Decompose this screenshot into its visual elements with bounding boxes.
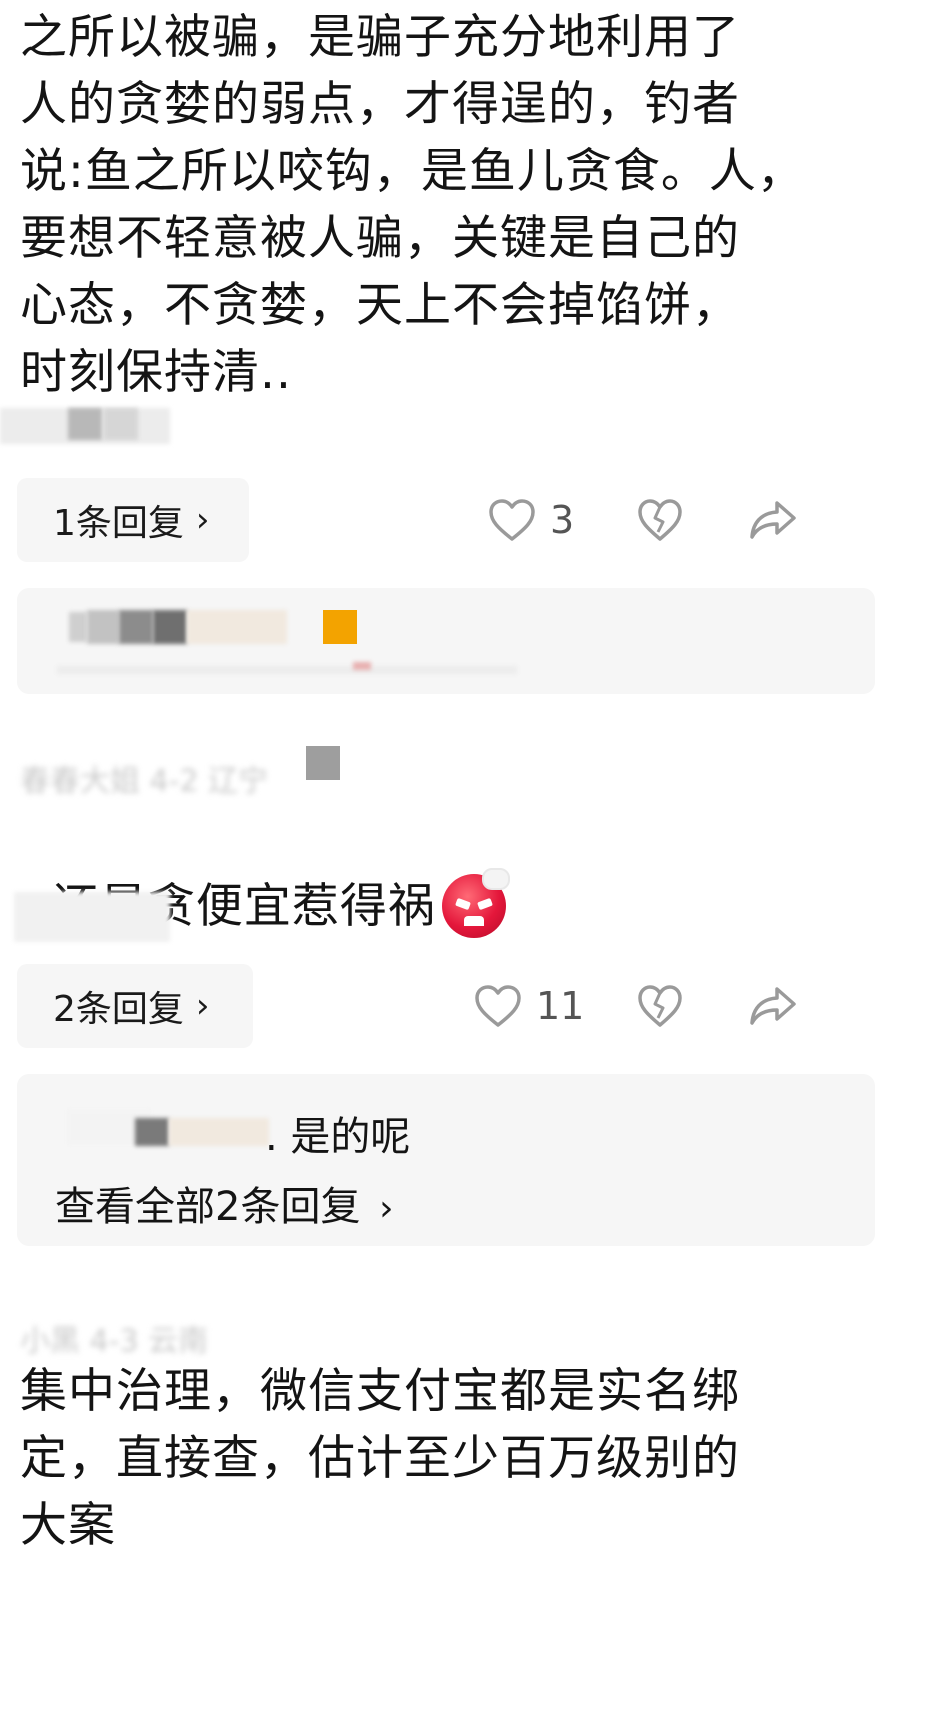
angry-face-emoji — [441, 867, 510, 938]
chevron-right-icon: › — [195, 500, 210, 540]
blurred-pixel — [169, 1118, 269, 1146]
view-all-label: 查看全部2条回复 — [55, 1184, 361, 1230]
reply-count-button-2[interactable]: 2条回复 › — [17, 964, 253, 1048]
chevron-right-icon: › — [379, 1188, 394, 1229]
comment-2-footer-blurred — [14, 892, 170, 942]
reply-preview-box-1[interactable] — [17, 588, 875, 694]
blurred-pixel — [69, 612, 87, 642]
blurred-pixel — [57, 666, 517, 674]
dislike-button-2[interactable] — [637, 964, 683, 1048]
reply-preview-box-2[interactable]: . 是的呢 查看全部2条回复 › — [17, 1074, 875, 1246]
comment-1-text: 之所以被骗，是骗子充分地利用了 人的贪婪的弱点，才得逞的，钓者 说:鱼之所以咬钩… — [20, 10, 805, 400]
heart-outline-icon — [475, 985, 521, 1027]
share-arrow-icon — [750, 501, 796, 539]
comment-2-meta: 春春大姐 4-2 辽宁 — [20, 764, 269, 799]
comment-3-text: 集中治理，微信支付宝都是实名绑 定，直接查，估计至少百万级别的 大案 — [20, 1364, 740, 1553]
reply-count-button-1[interactable]: 1条回复 › — [17, 478, 249, 562]
chevron-right-icon: › — [195, 986, 210, 1026]
blurred-pixel — [153, 610, 187, 644]
blurred-pixel — [306, 746, 340, 780]
reply-preview-text: . 是的呢 — [265, 1114, 411, 1160]
blurred-pixel — [68, 408, 102, 440]
dislike-button-1[interactable] — [637, 478, 683, 562]
heart-outline-icon — [489, 499, 535, 541]
comment-3-meta: 小黑 4-3 云南 — [20, 1324, 209, 1359]
blurred-pixel — [87, 610, 119, 644]
reply-count-label: 2条回复 — [53, 989, 184, 1030]
share-button-1[interactable] — [749, 478, 797, 562]
reply-count-label: 1条回复 — [53, 503, 184, 544]
share-arrow-icon — [750, 987, 796, 1025]
blurred-pixel — [187, 610, 287, 644]
like-count: 3 — [550, 498, 575, 542]
like-button-1[interactable]: 3 — [488, 478, 574, 562]
blurred-pixel — [104, 408, 138, 440]
blurred-pixel — [119, 610, 153, 644]
view-all-replies-link[interactable]: 查看全部2条回复 › — [55, 1174, 394, 1232]
broken-heart-icon — [638, 499, 682, 541]
share-button-2[interactable] — [749, 964, 797, 1048]
blurred-pixel — [353, 662, 371, 670]
like-count: 11 — [536, 984, 585, 1028]
blurred-pixel — [135, 1118, 169, 1146]
blurred-pixel — [323, 610, 357, 644]
broken-heart-icon — [638, 985, 682, 1027]
like-button-2[interactable]: 11 — [474, 964, 584, 1048]
